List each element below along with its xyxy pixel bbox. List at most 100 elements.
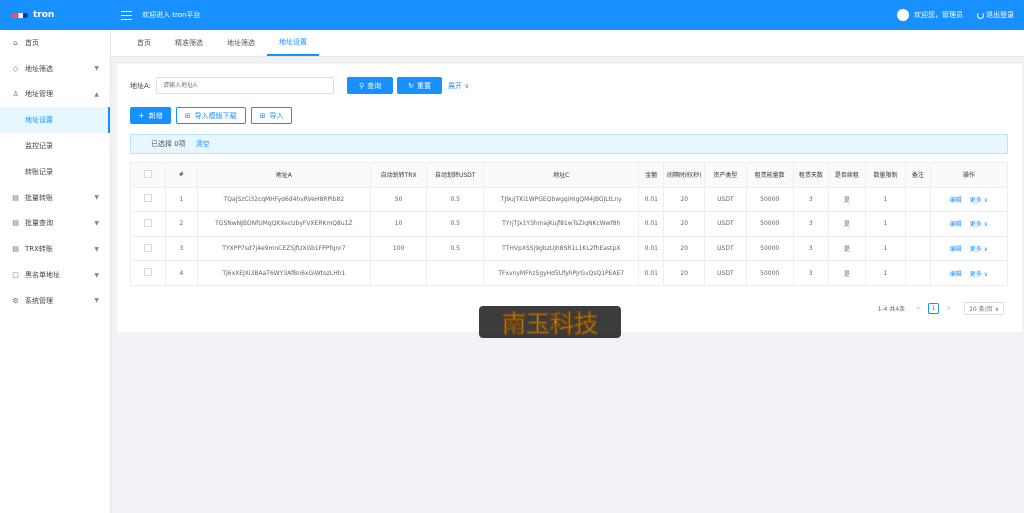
edit-link[interactable]: 编辑 <box>950 221 962 228</box>
table-cell: 4 <box>165 260 198 286</box>
sidebar-item-6[interactable]: ▤ 批量转账 ▼ <box>0 185 110 211</box>
row-checkbox[interactable] <box>130 260 166 286</box>
chevron-down-icon: ▼ <box>94 271 99 279</box>
page-tabs: 首页 精准筛选 地址筛选 地址设置 <box>111 30 1024 57</box>
download-template-button[interactable]: ⊞ 导入模版下载 <box>175 107 246 124</box>
tab-1[interactable]: 精准筛选 <box>163 29 215 56</box>
selection-alert: 已选择 0项 清空 <box>130 134 1008 154</box>
page-size-select[interactable]: 10 条/页 ∨ <box>964 302 1004 315</box>
toolbar: + 新增 ⊞ 导入模版下载 ⊞ 导入 <box>130 107 297 124</box>
table-row: 2 TGSNwNJBDNfUMqQKXecUbyFVXERKmQ8u1Z 10 0.5… <box>130 211 1009 237</box>
row-checkbox[interactable] <box>130 236 166 262</box>
table-cell: TYrjTJx1Y3hmajKujf81wTsZiqNKcWwf8h <box>483 211 640 237</box>
expand-toggle[interactable]: 展开 ∨ <box>448 81 469 91</box>
table-cell: TFxvnyMFhz5gyHd5UfyhPJrGvQsQ1PEAE7 <box>483 260 640 286</box>
table-cell: 0.01 <box>638 187 665 213</box>
table-cell <box>905 236 931 262</box>
sidebar-item-label: 监控记录 <box>25 142 53 151</box>
table-row: 4 TJ6xXEJXi3BAaT6WY3AfBn6xGiWtozLHh1 TFxvn… <box>130 260 1009 286</box>
column-header: 租赁能量数 <box>746 162 794 188</box>
table-cell: TJ9uJTKi1WPGEQbwgqiHigQM4JBGJLtLny <box>483 187 640 213</box>
more-label: 更多 <box>969 221 982 229</box>
table-cell <box>370 260 428 286</box>
export-icon: ⊞ <box>184 111 191 120</box>
row-checkbox[interactable] <box>130 187 166 213</box>
more-link[interactable]: 更多 ∨ <box>970 246 988 253</box>
tab-2[interactable]: 地址筛选 <box>215 29 267 56</box>
sidebar-item-label: 批量查询 <box>25 219 53 228</box>
logout-label: 退出登录 <box>986 11 1014 19</box>
row-actions: 编辑 更多 ∨ <box>930 211 1009 237</box>
sidebar-item-2[interactable]: ♙ 地址管理 ▲ <box>0 82 110 108</box>
sidebar-item-label: 转账记录 <box>25 167 53 176</box>
table-cell: 1 <box>865 260 907 286</box>
table-row: 3 TYXPP7sd7j4e9mnCEZSJfUXGb1FPPfqnr7 100 0.… <box>130 236 1009 262</box>
user-greeting[interactable]: 欢迎您，管理员 <box>914 10 963 20</box>
query-button[interactable]: ⚲ 查询 <box>347 77 394 94</box>
tab-3[interactable]: 地址设置 <box>267 29 319 56</box>
logout-button[interactable]: 退出登录 <box>977 10 1014 20</box>
edit-link[interactable]: 编辑 <box>950 271 962 278</box>
column-header: 租赁天数 <box>793 162 829 188</box>
sidebar-item-5[interactable]: 转账记录 <box>0 159 110 185</box>
user-icon: ♙ <box>12 90 19 99</box>
watermark-logo: 南玉科技 <box>479 306 621 338</box>
import-button[interactable]: ⊞ 导入 <box>250 107 293 124</box>
table-cell: 10 <box>370 211 428 237</box>
sidebar-item-7[interactable]: ▤ 批量查询 ▼ <box>0 211 110 237</box>
table-cell: 20 <box>663 187 706 213</box>
power-icon <box>977 11 984 19</box>
column-header: 自动划转USDT <box>426 162 485 188</box>
table-cell: 2 <box>165 211 198 237</box>
next-page-button[interactable]: > <box>943 303 954 314</box>
column-header: 是否续租 <box>828 162 866 188</box>
table-cell: 3 <box>793 260 829 286</box>
prev-page-button[interactable]: < <box>913 303 924 314</box>
more-label: 更多 <box>969 270 982 278</box>
table-cell: TQaJSzCi32cqMHFyd6d4hvRVeH8RPib82 <box>197 187 371 213</box>
sidebar-item-3[interactable]: 地址设置 <box>0 107 110 134</box>
sidebar-item-10[interactable]: ⚙ 系统管理 ▼ <box>0 288 110 314</box>
more-label: 更多 <box>969 196 982 204</box>
edit-link[interactable]: 编辑 <box>950 197 962 204</box>
chevron-down-icon: ▼ <box>94 297 99 305</box>
table-cell: TTHVpXSSj9gbzUjh8SR1L1KL2fhEastpX <box>483 236 640 262</box>
more-link[interactable]: 更多 ∨ <box>970 221 988 228</box>
list-icon: ▤ <box>12 219 19 228</box>
sidebar-item-8[interactable]: ▤ TRX转账 ▼ <box>0 236 110 262</box>
edit-link[interactable]: 编辑 <box>950 246 962 253</box>
column-header: 地址A <box>197 162 371 188</box>
more-link[interactable]: 更多 ∨ <box>970 197 988 204</box>
table-cell: 20 <box>663 236 706 262</box>
sidebar-item-9[interactable]: □ 黑名单地址 ▼ <box>0 262 110 288</box>
sidebar-item-4[interactable]: 监控记录 <box>0 133 110 159</box>
sidebar-item-label: TRX转账 <box>25 245 53 254</box>
sidebar-item-label: 地址设置 <box>25 116 53 125</box>
clear-selection-link[interactable]: 清空 <box>196 139 210 149</box>
table-cell: 50 <box>370 187 428 213</box>
chevron-up-icon: ▲ <box>94 90 99 98</box>
more-link[interactable]: 更多 ∨ <box>970 271 988 278</box>
address-a-input[interactable] <box>156 77 335 94</box>
sidebar-item-0[interactable]: ⌂ 首页 <box>0 30 110 56</box>
row-checkbox[interactable] <box>130 211 166 237</box>
pagination: 1-4 共4条 < 1 > 10 条/页 ∨ <box>878 302 1004 315</box>
reset-button[interactable]: ↻ 重置 <box>397 77 443 94</box>
page-1-button[interactable]: 1 <box>928 303 940 314</box>
select-all-checkbox[interactable] <box>130 162 166 188</box>
chevron-down-icon: ∨ <box>981 246 989 254</box>
chevron-down-icon: ∨ <box>994 306 999 313</box>
menu-fold-icon[interactable] <box>121 10 132 20</box>
add-button[interactable]: + 新增 <box>130 107 171 124</box>
column-header: 操作 <box>930 162 1009 188</box>
table-cell: 0.01 <box>638 236 665 262</box>
table-cell: 0.01 <box>638 260 665 286</box>
avatar[interactable] <box>897 9 909 21</box>
sidebar-item-label: 系统管理 <box>25 296 53 305</box>
column-header: 金额 <box>638 162 665 188</box>
table-cell <box>426 260 485 286</box>
sidebar-item-1[interactable]: ◇ 地址筛选 ▼ <box>0 56 110 82</box>
home-icon: ⌂ <box>13 38 18 47</box>
brand-logo[interactable]: tron <box>0 0 111 30</box>
tab-0[interactable]: 首页 <box>125 29 163 56</box>
